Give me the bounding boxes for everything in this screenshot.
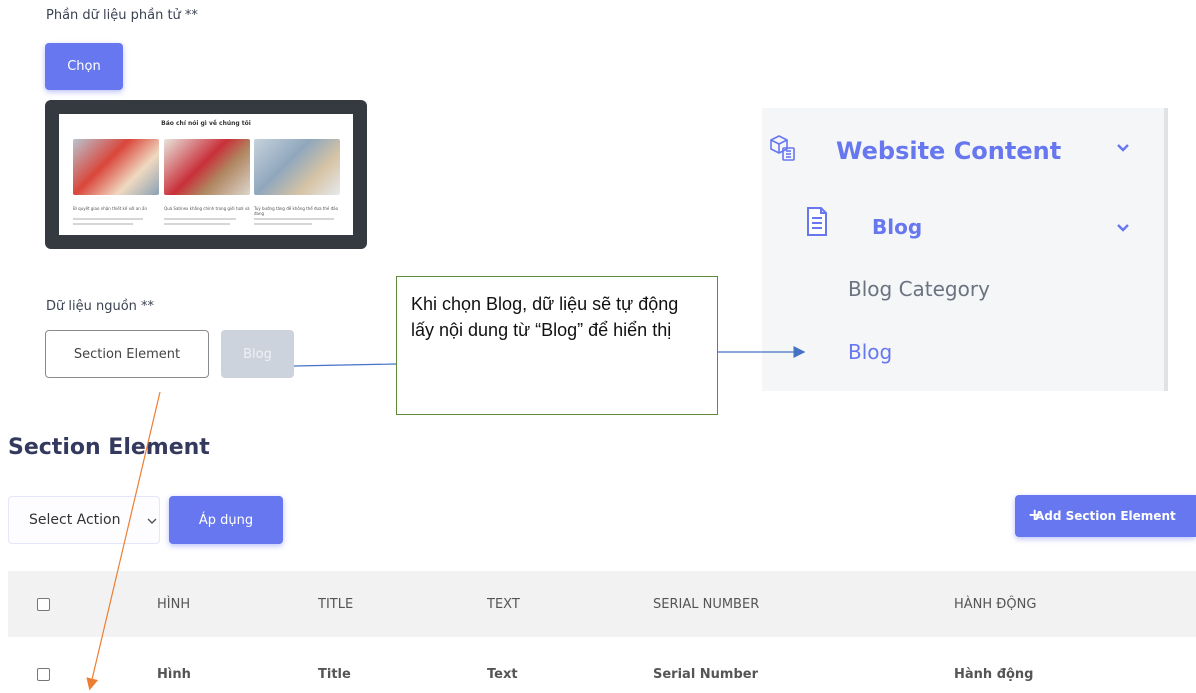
annotation-arrows <box>86 346 806 691</box>
arrow-section-element-to-table <box>86 391 161 691</box>
arrow-source-to-callout <box>293 363 397 367</box>
